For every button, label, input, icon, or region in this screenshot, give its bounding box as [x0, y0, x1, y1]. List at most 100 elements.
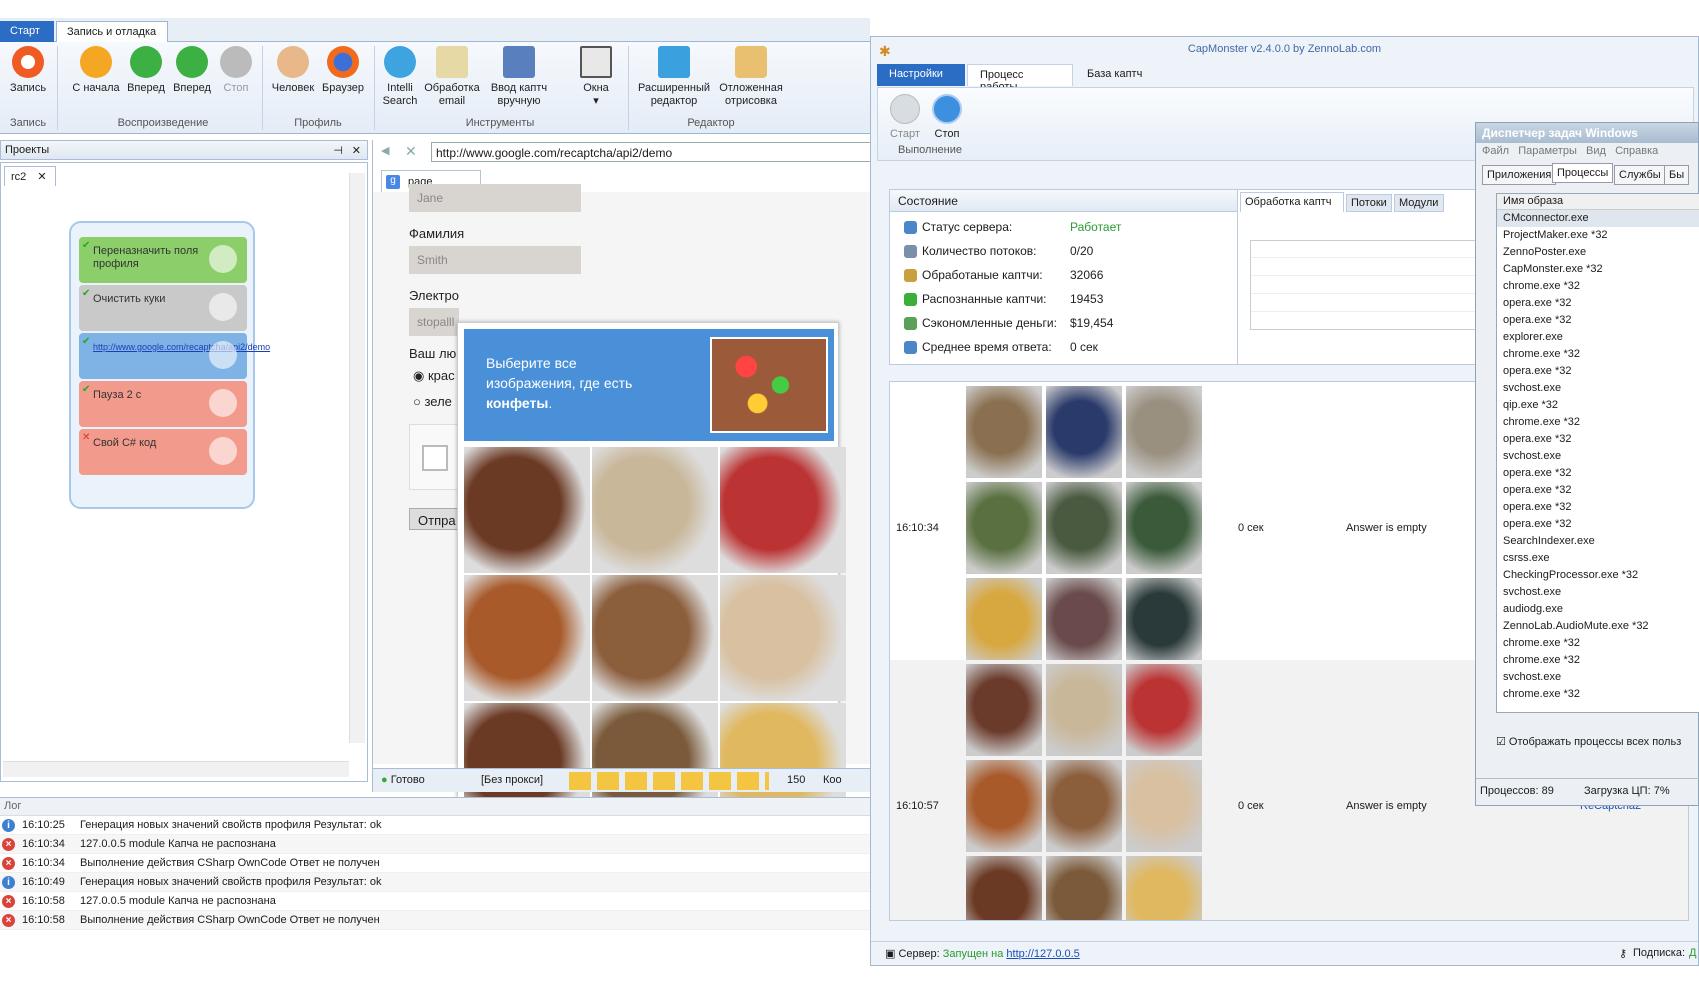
tab-captcha-db[interactable]: База каптч — [1075, 64, 1165, 86]
windows-button[interactable]: Окна ▾ — [572, 46, 620, 108]
node-label: Пауза 2 с — [93, 389, 142, 401]
process-row[interactable]: qip.exe *32 — [1497, 397, 1699, 414]
forward-button[interactable]: Вперед — [124, 46, 168, 95]
process-row[interactable]: explorer.exe — [1497, 329, 1699, 346]
stop-button[interactable]: Стоп — [216, 46, 256, 95]
process-row[interactable]: SearchIndexer.exe — [1497, 533, 1699, 550]
tab-processes[interactable]: Процессы — [1552, 163, 1614, 183]
horizontal-scrollbar[interactable] — [3, 761, 349, 777]
process-row[interactable]: svchost.exe — [1497, 380, 1699, 397]
action-node[interactable]: ✔ http://www.google.com/recaptcha/api2/de… — [79, 333, 270, 379]
process-row[interactable]: opera.exe *32 — [1497, 516, 1699, 533]
project-tab[interactable]: rc2 ✕ — [4, 166, 56, 186]
vertical-scrollbar[interactable] — [349, 173, 365, 743]
back-arrow-icon[interactable]: ◀ — [381, 144, 389, 157]
tab-modules[interactable]: Модули — [1394, 194, 1444, 212]
process-row[interactable]: chrome.exe *32 — [1497, 686, 1699, 703]
url-input[interactable]: http://www.google.com/recaptcha/api2/dem… — [431, 142, 871, 162]
tab-start[interactable]: Старт — [0, 21, 54, 42]
close-icon[interactable]: ✕ — [37, 171, 46, 183]
action-node[interactable]: ✔ Очистить куки — [79, 285, 247, 331]
last-name-field[interactable]: Smith — [409, 246, 581, 274]
server-link[interactable]: http://127.0.0.5 — [1006, 948, 1079, 960]
captcha-tile[interactable] — [592, 575, 718, 701]
process-row[interactable]: ProjectMaker.exe *32 — [1497, 227, 1699, 244]
menu-view[interactable]: Вид — [1586, 145, 1606, 157]
process-row[interactable]: ZennoPoster.exe — [1497, 244, 1699, 261]
proxy-status[interactable]: [Без прокси] — [481, 774, 543, 786]
process-row[interactable]: CheckingProcessor.exe *32 — [1497, 567, 1699, 584]
tab-services[interactable]: Службы — [1614, 165, 1666, 185]
process-row[interactable]: chrome.exe *32 — [1497, 652, 1699, 669]
menu-params[interactable]: Параметры — [1518, 145, 1577, 157]
process-row[interactable]: CMconnector.exe — [1497, 210, 1699, 227]
process-row[interactable]: csrss.exe — [1497, 550, 1699, 567]
tab-apps[interactable]: Приложения — [1482, 165, 1557, 185]
record-button[interactable]: Запись — [8, 46, 48, 95]
start-button[interactable]: Старт — [888, 94, 922, 140]
action-node[interactable]: ✕ Свой C# код — [79, 429, 247, 475]
process-row[interactable]: svchost.exe — [1497, 669, 1699, 686]
tab-process[interactable]: Процесс работы — [967, 64, 1073, 93]
captcha-tile[interactable] — [464, 575, 590, 701]
tab-threads[interactable]: Потоки — [1346, 194, 1392, 212]
process-row[interactable]: opera.exe *32 — [1497, 312, 1699, 329]
tab-perf[interactable]: Бы — [1664, 165, 1690, 185]
process-row[interactable]: svchost.exe — [1497, 584, 1699, 601]
pin-icon[interactable]: ⊣ — [333, 144, 343, 157]
captcha-tile[interactable] — [720, 575, 846, 701]
google-icon: g — [386, 175, 400, 189]
radio-green[interactable]: ○ зеле — [413, 394, 452, 409]
process-row[interactable]: ZennoLab.AudioMute.exe *32 — [1497, 618, 1699, 635]
process-row[interactable]: svchost.exe — [1497, 448, 1699, 465]
action-node[interactable]: ✔ Переназначить поля профиля — [79, 237, 247, 283]
email-button[interactable]: Обработка email — [422, 46, 482, 108]
captcha-tile[interactable] — [720, 447, 846, 573]
stop-button[interactable]: Стоп — [930, 94, 964, 140]
menu-help[interactable]: Справка — [1615, 145, 1658, 157]
restart-button[interactable]: С начала — [68, 46, 124, 95]
recaptcha-checkbox[interactable] — [422, 445, 448, 471]
captcha-tile[interactable] — [592, 447, 718, 573]
captcha-tile[interactable] — [464, 447, 590, 573]
column-image-name[interactable]: Имя образа — [1497, 194, 1699, 210]
project-canvas[interactable]: rc2 ✕ ✔ Переназначить поля профиля ✔ Очисти… — [0, 162, 368, 782]
tab-record-debug[interactable]: Запись и отладка — [56, 21, 168, 42]
process-row[interactable]: chrome.exe *32 — [1497, 278, 1699, 295]
process-row[interactable]: opera.exe *32 — [1497, 499, 1699, 516]
show-all-checkbox[interactable]: ☑ Отображать процессы всех польз — [1496, 735, 1681, 748]
radio-red[interactable]: ◉ крас — [413, 368, 455, 384]
process-row[interactable]: chrome.exe *32 — [1497, 635, 1699, 652]
browser-button[interactable]: Браузер — [318, 46, 368, 95]
process-list[interactable]: Имя образа CMconnector.exe ProjectMaker.e… — [1496, 193, 1699, 713]
stop-load-icon[interactable]: ✕ — [405, 143, 417, 160]
forward-step-button[interactable]: Вперед — [170, 46, 214, 95]
deferred-render-button[interactable]: Отложенная отрисовка — [716, 46, 786, 108]
process-row[interactable]: audiodg.exe — [1497, 601, 1699, 618]
human-button[interactable]: Человек — [268, 46, 318, 95]
close-icon[interactable]: ✕ — [352, 144, 361, 157]
process-row[interactable]: chrome.exe *32 — [1497, 414, 1699, 431]
menu-file[interactable]: Файл — [1482, 145, 1509, 157]
log-time: 16:10:49 — [22, 876, 65, 888]
quick-access-toolbar — [0, 0, 870, 16]
toolbar-icons[interactable] — [569, 772, 769, 790]
captcha-input-button[interactable]: Ввод каптч вручную — [484, 46, 554, 108]
process-row[interactable]: opera.exe *32 — [1497, 482, 1699, 499]
process-row[interactable]: opera.exe *32 — [1497, 363, 1699, 380]
process-row[interactable]: opera.exe *32 — [1497, 295, 1699, 312]
intelli-search-button[interactable]: Intelli Search — [378, 46, 422, 108]
submit-button[interactable]: Отпра — [409, 508, 459, 530]
tab-settings[interactable]: Настройки — [877, 64, 965, 86]
process-row[interactable]: CapMonster.exe *32 — [1497, 261, 1699, 278]
first-name-field[interactable]: Jane — [409, 184, 581, 212]
advanced-editor-button[interactable]: Расширенный редактор — [636, 46, 712, 108]
tab-captcha-processing[interactable]: Обработка каптч — [1240, 192, 1344, 212]
action-node[interactable]: ✔ Пауза 2 с — [79, 381, 247, 427]
windows-icon — [580, 46, 612, 78]
process-row[interactable]: chrome.exe *32 — [1497, 346, 1699, 363]
node-icon — [209, 245, 237, 273]
process-row[interactable]: opera.exe *32 — [1497, 465, 1699, 482]
process-row[interactable]: opera.exe *32 — [1497, 431, 1699, 448]
email-field[interactable]: stopalll — [409, 308, 459, 336]
